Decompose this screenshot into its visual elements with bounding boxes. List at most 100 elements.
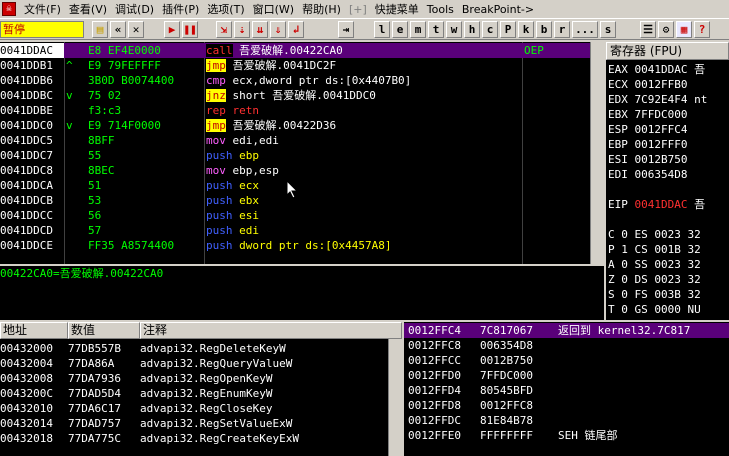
patches-button[interactable]: P <box>500 21 516 38</box>
memory-map-button[interactable]: m <box>410 21 426 38</box>
register-row[interactable]: EBX 7FFDC000 <box>608 107 729 122</box>
goto-icon[interactable]: ⇥ <box>338 21 354 38</box>
disasm-row[interactable]: 0041DDCC 56 push esi <box>0 208 604 223</box>
list-icon[interactable]: ☰ <box>640 21 656 38</box>
pause-icon[interactable]: ❚❚ <box>182 21 198 38</box>
references-button[interactable]: r <box>554 21 570 38</box>
menu-plus[interactable]: [+] <box>345 3 371 16</box>
dump-row[interactable]: 0043200C 77DAD5D4 advapi32.RegEnumKeyW <box>0 386 402 401</box>
menu-tools[interactable]: Tools <box>423 3 458 16</box>
disasm-row[interactable]: 0041DDC0 v E9 714F0000 jmp 吾爱破解.00422D36 <box>0 118 604 133</box>
register-row[interactable] <box>608 182 729 197</box>
disasm-row[interactable]: 0041DDB1 ^ E9 79FEFFFF jmp 吾爱破解.0041DC2F <box>0 58 604 73</box>
dump-row[interactable]: 00432014 77DAD757 advapi32.RegSetValueExW <box>0 416 402 431</box>
disasm-row[interactable]: 0041DDC7 55 push ebp <box>0 148 604 163</box>
register-row[interactable]: P 1 CS 001B 32 <box>608 242 729 257</box>
dump-col-value[interactable]: 数值 <box>68 322 140 339</box>
register-row[interactable]: ESI 0012B750 <box>608 152 729 167</box>
register-row[interactable]: ECX 0012FFB0 <box>608 77 729 92</box>
register-row[interactable]: EIP 0041DDAC 吾 <box>608 197 729 212</box>
dump-comment: advapi32.RegDeleteKeyW <box>140 342 286 355</box>
close-icon[interactable]: ✕ <box>128 21 144 38</box>
register-extra: nt <box>687 93 708 106</box>
disasm-row[interactable]: 0041DDCB 53 push ebx <box>0 193 604 208</box>
menu-file[interactable]: 文件(F) <box>20 1 65 17</box>
menu-debug[interactable]: 调试(D) <box>111 1 158 17</box>
register-row[interactable]: S 0 FS 003B 32 <box>608 287 729 302</box>
menu-breakpoint[interactable]: BreakPoint-> <box>458 3 538 16</box>
menu-help[interactable]: 帮助(H) <box>298 1 345 17</box>
trace-over-icon[interactable]: ⇓ <box>270 21 286 38</box>
source-button[interactable]: s <box>600 21 616 38</box>
open-icon[interactable]: ▤ <box>92 21 108 38</box>
disassembly-pane[interactable]: 0041DDAC E8 EF4E0000 call 吾爱破解.00422CA0 OEP… <box>0 42 604 264</box>
stack-row[interactable]: 0012FFE0 FFFFFFFF SEH 链尾部 <box>404 428 729 443</box>
stack-row[interactable]: 0012FFC4 7C817067 返回到 kernel32.7C817 <box>404 323 729 338</box>
dump-row[interactable]: 00432008 77DA7936 advapi32.RegOpenKeyW <box>0 371 402 386</box>
register-row[interactable]: C 0 ES 0023 32 <box>608 227 729 242</box>
app-logo-icon[interactable]: ☠ <box>2 2 16 16</box>
dump-col-comment[interactable]: 注释 <box>140 322 402 339</box>
register-row[interactable]: EAX 0041DDAC 吾 <box>608 62 729 77</box>
run-icon[interactable]: ▶ <box>164 21 180 38</box>
stack-row[interactable]: 0012FFDC 81E84B78 <box>404 413 729 428</box>
disasm-row[interactable]: 0041DDCE FF35 A8574400 push dword ptr ds:[… <box>0 238 604 253</box>
help-icon[interactable]: ? <box>694 21 710 38</box>
disasm-row[interactable]: 0041DDB6 3B0D B0074400 cmp ecx,dword ptr d… <box>0 73 604 88</box>
appearance-icon[interactable]: ▦ <box>676 21 692 38</box>
threads-button[interactable]: t <box>428 21 444 38</box>
executable-modules-button[interactable]: e <box>392 21 408 38</box>
dump-comment: advapi32.RegCreateKeyExW <box>140 432 299 445</box>
stack-row[interactable]: 0012FFD4 80545BFD <box>404 383 729 398</box>
menu-view[interactable]: 查看(V) <box>65 1 111 17</box>
handles-button[interactable]: h <box>464 21 480 38</box>
settings-icon[interactable]: ⚙ <box>658 21 674 38</box>
cpu-button[interactable]: c <box>482 21 498 38</box>
disassembly-scrollbar[interactable] <box>590 42 604 264</box>
stack-row[interactable]: 0012FFD0 7FFDC000 <box>404 368 729 383</box>
stack-row[interactable]: 0012FFCC 0012B750 <box>404 353 729 368</box>
info-pane[interactable]: 00422CA0=吾爱破解.00422CA0 <box>0 264 604 320</box>
dump-pane[interactable]: 地址 数值 注释 00432000 77DB557B advapi32.RegDel… <box>0 322 402 456</box>
register-row[interactable]: A 0 SS 0023 32 <box>608 257 729 272</box>
disasm-row[interactable]: 0041DDBC v 75 02 jnz short 吾爱破解.0041DDC0 <box>0 88 604 103</box>
stack-row[interactable]: 0012FFD8 0012FFC8 <box>404 398 729 413</box>
register-row[interactable] <box>608 212 729 227</box>
register-row[interactable]: Z 0 DS 0023 32 <box>608 272 729 287</box>
run-trace-button[interactable]: ... <box>572 21 598 38</box>
stack-row[interactable]: 0012FFC8 006354D8 <box>404 338 729 353</box>
register-row[interactable]: T 0 GS 0000 NU <box>608 302 729 317</box>
dump-scrollbar[interactable] <box>388 339 402 456</box>
disasm-row[interactable]: 0041DDC8 8BEC mov ebp,esp <box>0 163 604 178</box>
stack-pane[interactable]: 0012FFC4 7C817067 返回到 kernel32.7C817 0012FF… <box>404 322 729 456</box>
disasm-row[interactable]: 0041DDCD 57 push edi <box>0 223 604 238</box>
call-stack-button[interactable]: k <box>518 21 534 38</box>
dump-row[interactable]: 00432010 77DA6C17 advapi32.RegCloseKey <box>0 401 402 416</box>
disasm-row[interactable]: 0041DDAC E8 EF4E0000 call 吾爱破解.00422CA0 OEP <box>0 43 604 58</box>
register-row[interactable]: EBP 0012FFF0 <box>608 137 729 152</box>
dump-row[interactable]: 00432000 77DB557B advapi32.RegDeleteKeyW <box>0 341 402 356</box>
menu-options[interactable]: 选项(T) <box>203 1 248 17</box>
menu-plugins[interactable]: 插件(P) <box>158 1 203 17</box>
step-over-icon[interactable]: ⇣ <box>234 21 250 38</box>
register-row[interactable]: EDX 7C92E4F4 nt <box>608 92 729 107</box>
dump-col-address[interactable]: 地址 <box>0 322 68 339</box>
restart-icon[interactable]: « <box>110 21 126 38</box>
log-window-button[interactable]: l <box>374 21 390 38</box>
dump-row[interactable]: 00432018 77DA775C advapi32.RegCreateKeyExW <box>0 431 402 446</box>
register-row[interactable]: ESP 0012FFC4 <box>608 122 729 137</box>
disasm-row[interactable]: 0041DDCA 51 push ecx <box>0 178 604 193</box>
menu-window[interactable]: 窗口(W) <box>249 1 298 17</box>
register-row[interactable]: EDI 006354D8 <box>608 167 729 182</box>
registers-title[interactable]: 寄存器 (FPU) <box>606 42 729 60</box>
breakpoints-button[interactable]: b <box>536 21 552 38</box>
step-into-icon[interactable]: ⇲ <box>216 21 232 38</box>
disasm-row[interactable]: 0041DDBE f3:c3 rep retn <box>0 103 604 118</box>
disasm-row[interactable]: 0041DDC5 8BFF mov edi,edi <box>0 133 604 148</box>
dump-row[interactable]: 00432004 77DA86A advapi32.RegQueryValueW <box>0 356 402 371</box>
registers-pane[interactable]: 寄存器 (FPU) EAX 0041DDAC 吾 ECX 0012FFB0 EDX … <box>606 42 729 320</box>
execute-till-return-icon[interactable]: ↲ <box>288 21 304 38</box>
windows-button[interactable]: w <box>446 21 462 38</box>
menu-shortcut[interactable]: 快捷菜单 <box>371 1 423 17</box>
trace-into-icon[interactable]: ⇊ <box>252 21 268 38</box>
